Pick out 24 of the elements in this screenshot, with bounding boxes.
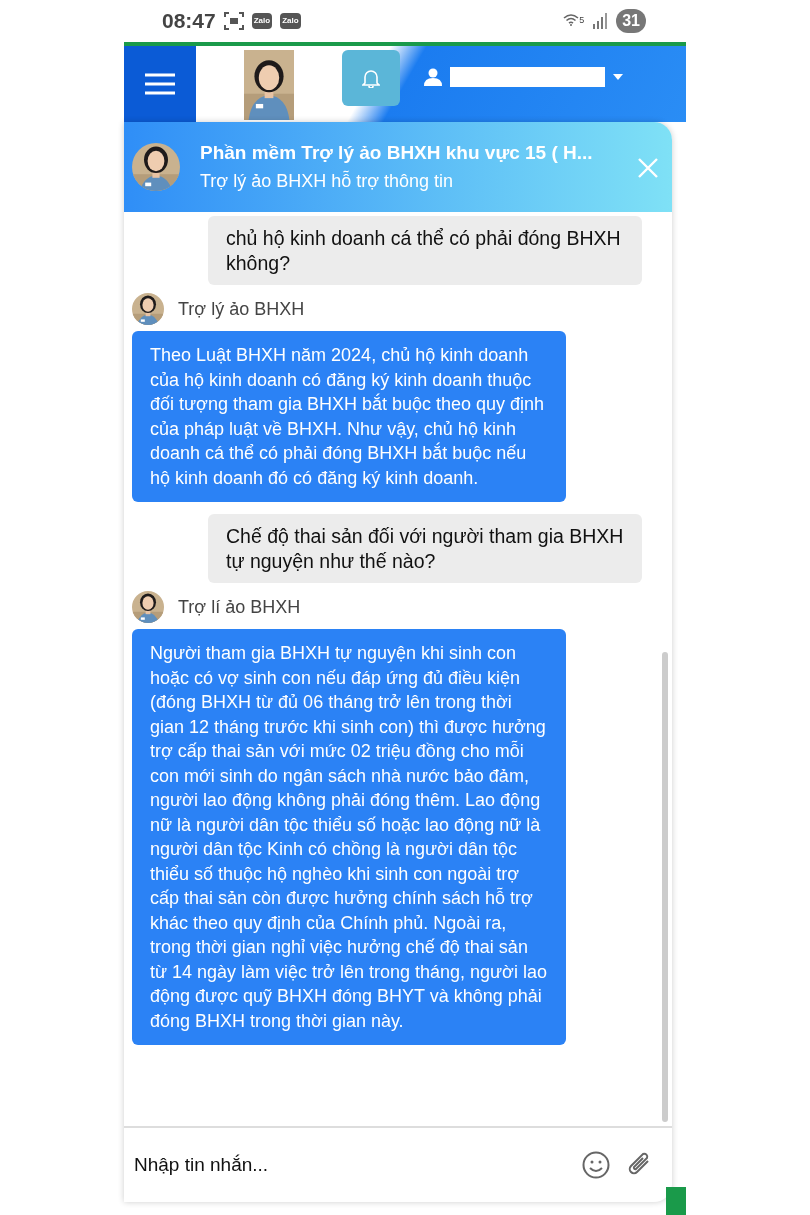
- bot-message: Theo Luật BHXH năm 2024, chủ hộ kinh doanh của hộ kinh doanh có đăng ký kinh doanh thuộc đối tượng tham gia BHXH bắt buộc theo quy định của pháp luật về BHXH. Như vậy, chủ hộ kinh doanh cá thể có phải đóng BHXH bắt buộc nếu hộ kinh doanh đó có đăng ký kinh doanh.: [132, 331, 566, 502]
- bot-message: Người tham gia BHXH tự nguyện khi sinh con hoặc có vợ sinh con nếu đáp ứng đủ điều kiện (đóng BHXH từ đủ 06 tháng trở lên trong thời gian 12 tháng trước khi sinh con) thì được hưởng trợ cấp thai sản với mức 02 triệu đồng cho mỗi con mới sinh do ngân sách nhà nước bảo đảm, người lao động không phải đóng thêm. Lao động nữ là người dân tộc thiểu số hoặc lao động nữ là người dân tộc Kinh có chồng là người dân tộc thiểu số thuộc hộ nghèo khi sinh con ngoài trợ cấp thai sản còn được hưởng chính sách hỗ trợ khác theo quy định của Chính phủ. Ngoài ra, trong thời gian nghỉ việc hưởng chế độ thai sản từ 14 ngày làm việc trở lên trong tháng, người lao động được quỹ BHXH đóng BHYT và không phải đóng BHXH trong thời gian này.: [132, 629, 566, 1045]
- status-time: 08:47: [162, 8, 216, 35]
- menu-icon: [145, 73, 175, 95]
- bell-icon: [362, 68, 380, 88]
- app-notification-icon: Zalo: [280, 13, 301, 29]
- signal-icon: [592, 13, 609, 29]
- menu-button[interactable]: [124, 46, 196, 122]
- app-notification-icon: Zalo: [251, 13, 273, 29]
- chat-subtitle: Trợ lý ảo BHXH hỗ trợ thông tin: [200, 169, 455, 193]
- emoji-icon[interactable]: [582, 1151, 610, 1179]
- chat-title: Phần mềm Trợ lý ảo BHXH khu vực 15 ( H...: [200, 141, 593, 166]
- sender-name: Trợ lí ảo BHXH: [178, 595, 301, 619]
- battery-level: 31: [616, 9, 646, 33]
- user-message: chủ hộ kinh doanh cá thể có phải đóng BHXH không?: [208, 216, 642, 285]
- screenshot-icon: [223, 12, 244, 30]
- wifi-icon: [563, 14, 580, 27]
- caret-icon: [613, 74, 623, 80]
- close-icon: [638, 157, 658, 178]
- sender-name: Trợ lý ảo BHXH: [178, 297, 305, 321]
- user-message: Chế độ thai sản đối với người tham gia BHXH tự nguyện như thế nào?: [208, 514, 642, 583]
- wifi-label: 5: [579, 14, 585, 28]
- user-icon: [424, 68, 442, 86]
- footer-strip: [666, 1187, 686, 1215]
